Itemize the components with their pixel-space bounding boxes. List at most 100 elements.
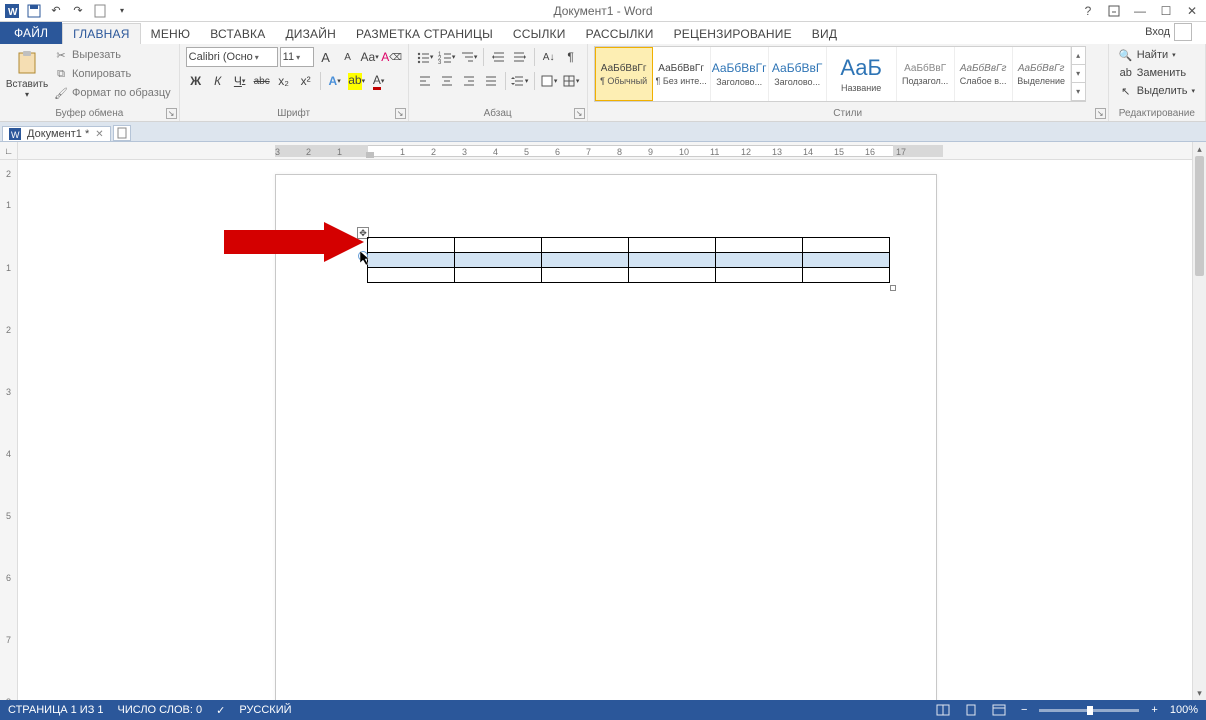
bullets-button[interactable]: ▾ — [415, 47, 435, 67]
replace-button[interactable]: abЗаменить — [1115, 64, 1199, 82]
zoom-value[interactable]: 100% — [1170, 704, 1198, 716]
tab-references[interactable]: ССЫЛКИ — [503, 24, 576, 44]
shrink-font-button[interactable]: A — [338, 47, 358, 67]
view-read-button[interactable] — [933, 702, 953, 718]
zoom-out-button[interactable]: − — [1017, 704, 1031, 716]
shading-button[interactable]: ▾ — [539, 71, 559, 91]
tab-review[interactable]: РЕЦЕНЗИРОВАНИЕ — [664, 24, 802, 44]
clear-format-button[interactable]: A⌫ — [382, 47, 402, 67]
new-doc-tab[interactable] — [113, 125, 131, 141]
indent-button[interactable] — [510, 47, 530, 67]
minimize-button[interactable]: — — [1128, 1, 1152, 21]
style-emphasis[interactable]: АаБбВвГгВыделение — [1013, 47, 1071, 101]
status-words[interactable]: ЧИСЛО СЛОВ: 0 — [118, 704, 203, 716]
font-name-combo[interactable]: Calibri (Осно▾ — [186, 47, 278, 67]
align-left-button[interactable] — [415, 71, 435, 91]
subscript-button[interactable]: x₂ — [274, 71, 294, 91]
tab-file[interactable]: ФАЙЛ — [0, 22, 62, 44]
tab-mailings[interactable]: РАССЫЛКИ — [576, 24, 664, 44]
strike-button[interactable]: abc — [252, 71, 272, 91]
signin-link[interactable]: Вход — [1137, 20, 1206, 44]
zoom-in-button[interactable]: + — [1147, 704, 1161, 716]
superscript-button[interactable]: x² — [296, 71, 316, 91]
underline-button[interactable]: Ч▾ — [230, 71, 250, 91]
style-heading2[interactable]: АаБбВвГЗаголово... — [769, 47, 827, 101]
tab-insert[interactable]: ВСТАВКА — [200, 24, 275, 44]
grow-font-button[interactable]: A — [316, 47, 336, 67]
scroll-up-button[interactable]: ▴ — [1193, 142, 1206, 156]
tab-menu[interactable]: Меню — [141, 24, 201, 44]
styles-dialog-button[interactable]: ↘ — [1095, 108, 1106, 119]
select-button[interactable]: ↖Выделить ▾ — [1115, 82, 1199, 100]
tab-view[interactable]: ВИД — [802, 24, 847, 44]
font-color-button[interactable]: A▾ — [369, 71, 389, 91]
show-marks-button[interactable]: ¶ — [561, 47, 581, 67]
word-icon[interactable]: W — [2, 1, 22, 21]
tab-selector[interactable]: ∟ — [0, 142, 18, 160]
style-subtitle[interactable]: АаБбВвГПодзагол... — [897, 47, 955, 101]
style-gallery-expand[interactable]: ▾ — [1072, 83, 1085, 101]
style-scroll-up[interactable]: ▴ — [1072, 47, 1085, 65]
clipboard-dialog-button[interactable]: ↘ — [166, 108, 177, 119]
table-row[interactable] — [368, 253, 890, 268]
tab-design[interactable]: ДИЗАЙН — [275, 24, 346, 44]
doc-tab[interactable]: W Документ1 * ✕ — [2, 126, 111, 141]
copy-button[interactable]: ⧉Копировать — [52, 65, 173, 83]
view-web-button[interactable] — [989, 702, 1009, 718]
scroll-down-button[interactable]: ▾ — [1193, 686, 1206, 700]
tab-layout[interactable]: РАЗМЕТКА СТРАНИЦЫ — [346, 24, 503, 44]
close-button[interactable]: ✕ — [1180, 1, 1204, 21]
align-center-button[interactable] — [437, 71, 457, 91]
ribbon-options-button[interactable] — [1102, 1, 1126, 21]
save-button[interactable] — [24, 1, 44, 21]
document-area[interactable]: ✥ + — [18, 160, 1192, 700]
bold-button[interactable]: Ж — [186, 71, 206, 91]
indent-marker[interactable] — [366, 152, 374, 158]
sort-button[interactable]: A↓ — [539, 47, 559, 67]
style-scroll-down[interactable]: ▾ — [1072, 65, 1085, 83]
change-case-button[interactable]: Aa▾ — [360, 47, 380, 67]
status-proofing-icon[interactable]: ✓ — [216, 704, 225, 717]
find-button[interactable]: 🔍Найти ▾ — [1115, 46, 1199, 64]
italic-button[interactable]: К — [208, 71, 228, 91]
style-heading1[interactable]: АаБбВвГгЗаголово... — [711, 47, 769, 101]
numbering-button[interactable]: 123▾ — [437, 47, 457, 67]
style-nospacing[interactable]: АаБбВвГг¶ Без инте... — [653, 47, 711, 101]
font-size-combo[interactable]: 11▾ — [280, 47, 314, 67]
new-doc-button[interactable] — [90, 1, 110, 21]
table-resize-handle[interactable] — [890, 285, 896, 291]
outdent-button[interactable] — [488, 47, 508, 67]
doc-tab-close[interactable]: ✕ — [95, 129, 103, 140]
multilevel-button[interactable]: ▾ — [459, 47, 479, 67]
qat-more-button[interactable]: ▾ — [112, 1, 132, 21]
cut-button[interactable]: ✂Вырезать — [52, 46, 173, 64]
borders-button[interactable]: ▾ — [561, 71, 581, 91]
table-row[interactable] — [368, 268, 890, 283]
style-title[interactable]: АаБНазвание — [827, 47, 897, 101]
maximize-button[interactable]: ☐ — [1154, 1, 1178, 21]
vertical-ruler[interactable]: 2112345678 — [0, 160, 18, 700]
text-effects-button[interactable]: A▾ — [325, 71, 345, 91]
undo-button[interactable]: ↶ — [46, 1, 66, 21]
table-row[interactable] — [368, 238, 890, 253]
highlight-button[interactable]: ab▾ — [347, 71, 367, 91]
redo-button[interactable]: ↷ — [68, 1, 88, 21]
horizontal-ruler[interactable]: 3211234567891011121314151617 — [18, 142, 1192, 160]
scroll-thumb[interactable] — [1195, 156, 1204, 276]
align-right-button[interactable] — [459, 71, 479, 91]
font-dialog-button[interactable]: ↘ — [395, 108, 406, 119]
vertical-scrollbar[interactable]: ▴ ▾ — [1192, 142, 1206, 700]
format-painter-button[interactable]: 🖌Формат по образцу — [52, 84, 173, 102]
tab-home[interactable]: ГЛАВНАЯ — [62, 23, 140, 44]
zoom-slider[interactable] — [1039, 709, 1139, 712]
line-spacing-button[interactable]: ▾ — [510, 71, 530, 91]
paste-button[interactable]: Вставить ▾ — [6, 46, 48, 104]
justify-button[interactable] — [481, 71, 501, 91]
style-normal[interactable]: АаБбВвГг¶ Обычный — [595, 47, 653, 101]
view-print-button[interactable] — [961, 702, 981, 718]
help-button[interactable]: ? — [1076, 1, 1100, 21]
status-language[interactable]: РУССКИЙ — [239, 704, 291, 716]
status-page[interactable]: СТРАНИЦА 1 ИЗ 1 — [8, 704, 104, 716]
zoom-knob[interactable] — [1087, 706, 1093, 715]
paragraph-dialog-button[interactable]: ↘ — [574, 108, 585, 119]
